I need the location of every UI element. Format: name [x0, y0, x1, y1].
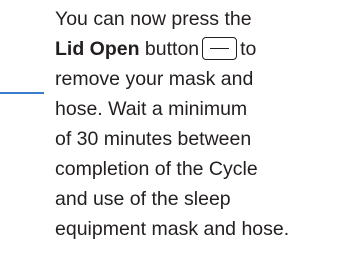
instruction-line-2: Lid Open button to [55, 34, 345, 64]
instruction-line-3: remove your mask and [55, 68, 254, 90]
instruction-line-1: You can now press the [55, 8, 252, 30]
instruction-line-8: equipment mask and hose. [55, 218, 290, 240]
to-word: to [240, 38, 257, 60]
instruction-line-6: completion of the Cycle [55, 158, 258, 180]
callout-leader-line [0, 92, 44, 94]
instruction-line-4: hose. Wait a minimum [55, 98, 248, 120]
instruction-line-5: of 30 minutes between [55, 128, 252, 150]
button-word: button [144, 38, 200, 60]
instruction-text: You can now press the Lid Open button to … [55, 4, 345, 244]
instruction-panel: You can now press the Lid Open button to … [0, 0, 347, 258]
instruction-line-7: and use of the sleep [55, 188, 231, 210]
lid-open-label: Lid Open [55, 38, 140, 60]
lid-open-button-icon [202, 37, 238, 60]
